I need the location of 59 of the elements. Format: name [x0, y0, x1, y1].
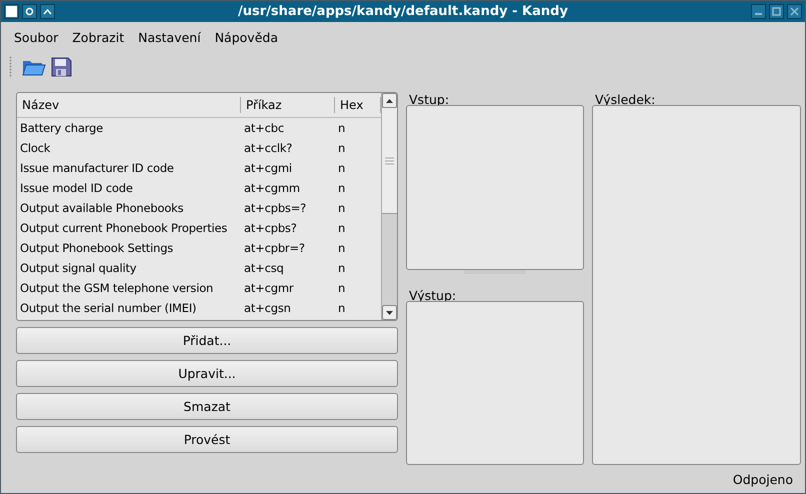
settings-icon[interactable]: [22, 4, 37, 19]
result-label: Výsledek:: [594, 92, 656, 106]
toolbar-grip[interactable]: [9, 56, 12, 78]
scroll-thumb[interactable]: [382, 108, 397, 214]
table-cell-text: Output Phonebook Settings: [19, 241, 174, 255]
table-cell-text: n: [337, 141, 346, 155]
table-cell-text: Output available Phonebooks: [19, 201, 184, 215]
table-cell-text: at+cpbs=?: [243, 201, 308, 215]
table-cell-text: Battery charge: [19, 121, 104, 135]
table-cell-text: Output the GSM telephone version: [19, 281, 214, 295]
action-button[interactable]: Smazat: [16, 393, 398, 420]
table-cell-text: n: [337, 221, 346, 235]
app-icon[interactable]: [4, 4, 19, 19]
table-cell-text: at+cpbr=?: [243, 241, 306, 255]
menu-item[interactable]: Soubor: [7, 30, 66, 44]
output-field[interactable]: [406, 300, 584, 465]
table-cell-text: Output current Phonebook Properties: [19, 221, 228, 235]
table-cell-text: Output signal quality: [19, 261, 138, 275]
input-field[interactable]: [406, 105, 584, 270]
table-cell-text: at+cgmi: [243, 161, 293, 175]
minimize-icon[interactable]: [751, 4, 766, 19]
table-cell-text: at+cgmr: [243, 281, 295, 295]
table-cell-text: n: [337, 281, 346, 295]
table-cell-text: at+cgsn: [243, 301, 292, 315]
menu-item[interactable]: Zobrazit: [65, 30, 132, 44]
result-field[interactable]: [592, 105, 801, 465]
output-label: Výstup:: [408, 288, 458, 302]
action-button[interactable]: Přidat...: [16, 327, 398, 354]
table-cell-text: n: [337, 181, 346, 195]
table-cell-text: Clock: [19, 141, 52, 155]
table-cell-text: n: [337, 261, 346, 275]
close-icon[interactable]: [787, 4, 802, 19]
input-label: Vstup:: [408, 92, 450, 106]
status-text: Odpojeno: [732, 472, 793, 486]
column-header[interactable]: Příkaz: [241, 97, 335, 113]
table-cell-text: n: [337, 201, 346, 215]
action-button[interactable]: Upravit...: [16, 360, 398, 387]
table-cell-text: at+cpbs?: [243, 221, 298, 235]
table-cell-text: at+cbc: [243, 121, 285, 135]
window-title: /usr/share/apps/kandy/default.kandy - Kandy: [237, 4, 569, 19]
table-cell-text: at+csq: [243, 261, 285, 275]
table-cell-text: at+cgmm: [243, 181, 301, 195]
column-header[interactable]: Název: [17, 97, 241, 113]
table-cell-text: n: [337, 121, 346, 135]
table-cell-text: n: [337, 241, 346, 255]
scrollbar[interactable]: [381, 93, 397, 320]
menu-item[interactable]: Nastavení: [131, 30, 208, 44]
action-button[interactable]: Provést: [16, 426, 398, 453]
shade-icon[interactable]: [40, 4, 55, 19]
table-cell-text: n: [337, 301, 346, 315]
table-cell-text: Issue manufacturer ID code: [19, 161, 175, 175]
scroll-up-icon[interactable]: [382, 93, 397, 108]
menu-item[interactable]: Nápověda: [208, 30, 285, 44]
table-cell-text: Issue model ID code: [19, 181, 134, 195]
table-cell-text: n: [337, 161, 346, 175]
maximize-icon[interactable]: [769, 4, 784, 19]
table-cell-text: at+cclk?: [243, 141, 294, 155]
table-cell-text: Output the serial number (IMEI): [19, 301, 198, 315]
scroll-down-icon[interactable]: [382, 305, 397, 320]
